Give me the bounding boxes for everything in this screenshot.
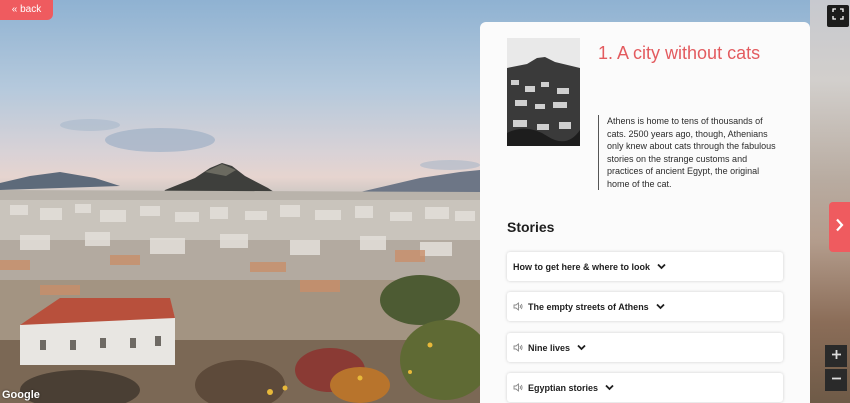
- back-button[interactable]: « back: [0, 0, 53, 20]
- speaker-icon: [513, 343, 523, 352]
- story-item-nine-lives[interactable]: Nine lives: [507, 333, 783, 362]
- zoom-out-button[interactable]: [825, 369, 847, 391]
- story-item-empty-streets[interactable]: The empty streets of Athens: [507, 292, 783, 321]
- story-intro: Athens is home to tens of thousands of c…: [598, 115, 780, 190]
- speaker-icon: [513, 302, 523, 311]
- story-item-label: How to get here & where to look: [513, 261, 651, 272]
- fullscreen-button[interactable]: [827, 5, 849, 27]
- story-item-label: The empty streets of Athens: [528, 301, 649, 312]
- story-item-egyptian-stories[interactable]: Egyptian stories: [507, 373, 783, 402]
- fullscreen-icon: [832, 7, 844, 25]
- minus-icon: [831, 371, 842, 389]
- story-item-label: Nine lives: [528, 342, 571, 353]
- chevron-down-icon: [605, 384, 614, 391]
- plus-icon: [831, 347, 842, 365]
- stories-heading: Stories: [507, 219, 555, 235]
- story-card: 1. A city without cats Athens is home to…: [480, 22, 810, 403]
- story-item-label: Egyptian stories: [528, 382, 599, 393]
- speaker-icon: [513, 383, 523, 392]
- zoom-in-button[interactable]: [825, 345, 847, 367]
- next-story-button[interactable]: [829, 202, 850, 252]
- story-item-how-to-get-here[interactable]: How to get here & where to look: [507, 252, 783, 281]
- chevron-down-icon: [577, 344, 586, 351]
- chevron-down-icon: [656, 303, 665, 310]
- chevron-down-icon: [657, 263, 666, 270]
- story-thumbnail: [507, 38, 580, 146]
- chevron-right-icon: [835, 218, 844, 237]
- story-title: 1. A city without cats: [598, 43, 761, 63]
- google-attribution: Google: [2, 389, 40, 401]
